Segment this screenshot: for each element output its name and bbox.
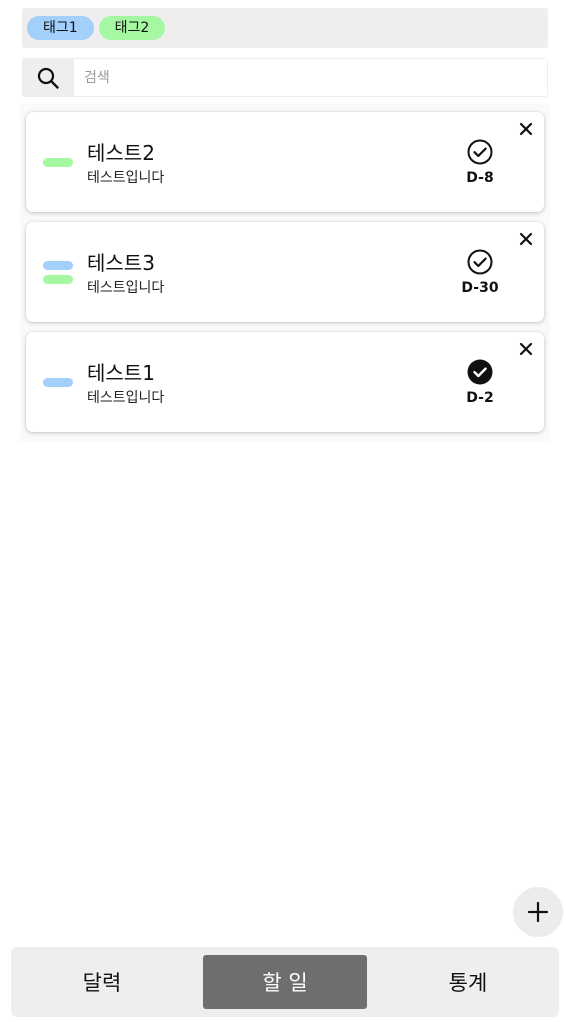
dday-label: D-30 xyxy=(461,280,499,296)
tab-calendar[interactable]: 달력 xyxy=(21,955,183,1009)
tag-chip-1[interactable]: 태그1 xyxy=(27,16,94,40)
tag-color-indicator xyxy=(43,260,73,270)
tag-color-indicator xyxy=(43,274,73,284)
tab-statistics[interactable]: 통계 xyxy=(387,955,549,1009)
check-circle-icon[interactable] xyxy=(467,249,493,275)
close-icon[interactable] xyxy=(518,341,534,357)
close-icon[interactable] xyxy=(518,231,534,247)
search-bar xyxy=(22,58,548,97)
todo-description: 테스트입니다 xyxy=(87,280,165,296)
tag-color-indicator xyxy=(43,377,73,387)
search-input[interactable] xyxy=(74,59,547,96)
todo-description: 테스트입니다 xyxy=(87,170,165,186)
tag-indicators xyxy=(43,332,73,432)
close-icon[interactable] xyxy=(518,121,534,137)
todo-description: 테스트입니다 xyxy=(87,390,165,406)
dday-label: D-8 xyxy=(466,170,494,186)
check-circle-icon[interactable] xyxy=(467,139,493,165)
search-icon[interactable] xyxy=(22,58,74,97)
check-circle-icon[interactable] xyxy=(467,359,493,385)
bottom-navigation: 달력 할 일 통계 xyxy=(11,947,559,1017)
todo-list: 테스트2 테스트입니다 D-8 테스트3 테스트입니다 D-30 테스트1 테스… xyxy=(20,104,550,442)
todo-card[interactable]: 테스트1 테스트입니다 D-2 xyxy=(26,332,544,432)
todo-title: 테스트2 xyxy=(87,141,155,165)
tag-chip-2[interactable]: 태그2 xyxy=(98,16,166,40)
todo-title: 테스트3 xyxy=(87,251,155,275)
tag-indicators xyxy=(43,222,73,322)
todo-card[interactable]: 테스트3 테스트입니다 D-30 xyxy=(26,222,544,322)
tag-indicators xyxy=(43,112,73,212)
tag-filter-bar: 태그1 태그2 xyxy=(22,8,548,48)
plus-icon xyxy=(527,901,549,923)
add-todo-button[interactable] xyxy=(513,887,563,937)
tag-color-indicator xyxy=(43,157,73,167)
tab-todo[interactable]: 할 일 xyxy=(203,955,367,1009)
dday-label: D-2 xyxy=(466,390,494,406)
todo-card[interactable]: 테스트2 테스트입니다 D-8 xyxy=(26,112,544,212)
todo-title: 테스트1 xyxy=(87,361,155,385)
